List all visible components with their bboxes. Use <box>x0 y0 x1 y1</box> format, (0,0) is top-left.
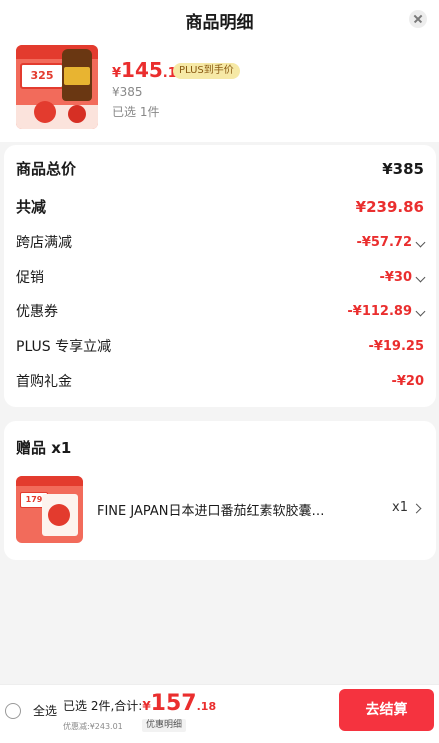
price-symbol: ¥ <box>112 66 122 81</box>
tomato-shape <box>34 101 56 123</box>
gift-name[interactable]: FINE JAPAN日本进口番茄红素软胶囊… <box>97 500 362 519</box>
discount-amount: 优惠减:¥243.01 <box>63 722 123 731</box>
gift-quantity: x1 <box>392 500 408 515</box>
summary-label: 共减 <box>16 198 47 216</box>
summary-label: 首购礼金 <box>16 374 72 390</box>
summary-label: 跨店满减 <box>16 235 72 251</box>
gift-title: 赠品 x1 <box>16 439 72 457</box>
checkout-bar: 全选 已选 2件,合计:¥157.18 优惠减:¥243.01 优惠明细 去结算 <box>0 684 439 743</box>
tomato-shape <box>48 504 70 526</box>
summary-value: -¥20 <box>391 374 424 389</box>
product-bottle-label <box>64 67 90 85</box>
summary-row-promotion[interactable]: 促销 -¥30 <box>16 267 426 289</box>
summary-value: ¥385 <box>382 160 424 178</box>
summary-label: 促销 <box>16 270 44 286</box>
gift-image-band <box>16 476 83 486</box>
summary-value: -¥19.25 <box>368 339 424 354</box>
order-total: 已选 2件,合计:¥157.18 <box>63 691 216 716</box>
chevron-right-icon[interactable] <box>411 503 422 514</box>
gift-image[interactable]: 179 <box>16 476 83 543</box>
summary-label: PLUS 专享立减 <box>16 339 112 355</box>
plus-price-tag: PLUS到手价 <box>173 63 240 79</box>
summary-row-cross-store[interactable]: 跨店满减 -¥57.72 <box>16 232 426 254</box>
total-decimal: .18 <box>196 700 217 713</box>
close-icon[interactable] <box>409 10 427 28</box>
summary-value: ¥239.86 <box>355 198 424 216</box>
summary-value: -¥112.89 <box>347 304 412 319</box>
select-all-checkbox[interactable] <box>5 703 21 719</box>
summary-value: -¥30 <box>379 270 412 285</box>
selected-summary: 已选 2件,合计: <box>63 699 143 713</box>
selected-count: 已选 1件 <box>112 105 160 119</box>
summary-label: 商品总价 <box>16 160 77 178</box>
discount-details-link[interactable]: 优惠明细 <box>142 719 187 732</box>
summary-row-first-purchase: 首购礼金 -¥20 <box>16 371 424 393</box>
product-section: 325 ¥145.14 PLUS到手价 ¥385 已选 1件 <box>0 36 439 142</box>
tomato-shape <box>68 105 86 123</box>
summary-label: 优惠券 <box>16 304 58 320</box>
total-integer: 157 <box>150 691 197 716</box>
summary-row-total-discount: 共减 ¥239.86 <box>16 196 424 218</box>
select-all-label[interactable]: 全选 <box>33 702 57 719</box>
original-price: ¥385 <box>112 85 143 99</box>
price-integer: 145 <box>121 58 163 82</box>
product-image-badge: 325 <box>20 63 64 89</box>
gift-card: 赠品 x1 179 FINE JAPAN日本进口番茄红素软胶囊… x1 <box>4 421 436 560</box>
checkout-button[interactable]: 去结算 <box>339 689 434 731</box>
summary-value: -¥57.72 <box>356 235 412 250</box>
price-summary-card: 商品总价 ¥385 共减 ¥239.86 跨店满减 -¥57.72 促销 -¥3… <box>4 145 436 407</box>
product-image-bottom <box>16 105 98 129</box>
total-symbol: ¥ <box>142 699 151 713</box>
chevron-down-icon[interactable] <box>415 306 426 317</box>
chevron-down-icon[interactable] <box>415 237 426 248</box>
summary-row-coupon[interactable]: 优惠券 -¥112.89 <box>16 301 426 323</box>
summary-row-total: 商品总价 ¥385 <box>16 158 424 180</box>
product-image[interactable]: 325 <box>16 45 98 129</box>
chevron-down-icon[interactable] <box>415 272 426 283</box>
header: 商品明细 <box>0 0 439 36</box>
page-title: 商品明细 <box>185 13 254 33</box>
summary-row-plus: PLUS 专享立减 -¥19.25 <box>16 336 424 358</box>
